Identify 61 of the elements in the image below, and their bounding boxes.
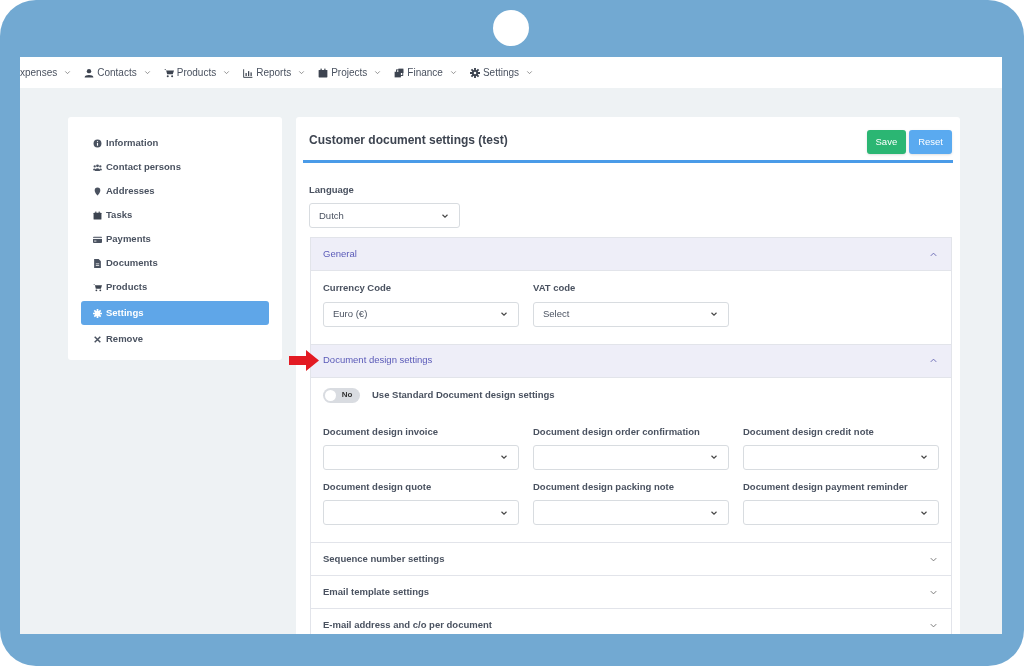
field-label: VAT code	[533, 281, 577, 296]
person-icon	[84, 67, 95, 78]
cart-icon	[163, 67, 174, 78]
nav-menu-item[interactable]: xpenses	[20, 65, 73, 80]
stacked-sheets-icon	[394, 67, 405, 78]
caret-icon	[525, 68, 535, 77]
settings-icon	[93, 308, 102, 318]
dropdown-select[interactable]: Select	[533, 301, 729, 327]
caret-icon	[373, 68, 383, 77]
info-icon	[93, 138, 102, 148]
dropdown-select[interactable]	[323, 500, 519, 525]
field-label: Document design quote	[323, 479, 433, 494]
nav-menu-item[interactable]: Reports	[243, 65, 307, 80]
dropdown-select[interactable]	[323, 444, 519, 470]
sidebar-item[interactable]: Information	[81, 133, 269, 153]
bar-chart-icon	[243, 67, 254, 78]
toggle-switch[interactable]: No	[323, 387, 360, 403]
calendar-icon	[93, 210, 102, 220]
map-pin-icon	[93, 186, 102, 196]
sidebar-item[interactable]: Addresses	[81, 181, 269, 201]
field-label: Currency Code	[323, 281, 393, 296]
caret-icon	[142, 68, 152, 77]
sidebar-item[interactable]: Remove	[81, 329, 269, 349]
caret-icon	[63, 68, 73, 77]
group-icon	[93, 162, 102, 172]
dropdown-select[interactable]	[743, 500, 939, 525]
field-label: Language	[309, 183, 355, 197]
field-label: Document design order confirmation	[533, 424, 701, 439]
field-label: Document design credit note	[743, 424, 875, 439]
nav-menu-item[interactable]: Projects	[318, 65, 383, 80]
accordion-header[interactable]: Document design settings	[311, 344, 951, 377]
caret-icon	[222, 68, 232, 77]
nav-menu-item[interactable]: Products	[163, 65, 232, 80]
nav-menu-item[interactable]: Contacts	[84, 65, 152, 80]
field-label: Document design invoice	[323, 424, 440, 439]
document-icon	[93, 258, 102, 268]
sidebar-item[interactable]: Contact persons	[81, 157, 269, 177]
toggle-label: Use Standard Document design settings	[372, 387, 555, 402]
field-label: Document design payment reminder	[743, 479, 909, 494]
dropdown-select[interactable]	[743, 444, 939, 470]
dropdown-select[interactable]	[533, 500, 729, 525]
settings-icon	[469, 67, 480, 78]
field-label: Document design packing note	[533, 479, 675, 494]
accordion-header[interactable]: General	[311, 238, 951, 271]
sidebar-item[interactable]: Tasks	[81, 205, 269, 225]
dropdown-select[interactable]: Euro (€)	[323, 301, 519, 327]
caret-icon	[448, 68, 458, 77]
sidebar-item[interactable]: Documents	[81, 253, 269, 273]
dropdown-select[interactable]	[533, 444, 729, 470]
calendar-icon	[318, 67, 329, 78]
nav-menu-item[interactable]: Finance	[394, 65, 458, 80]
panel-title: Customer document settings (test)	[309, 132, 508, 149]
cart-icon	[93, 282, 102, 292]
nav-menu-item[interactable]: Settings	[469, 65, 535, 80]
sidebar-item[interactable]: Products	[81, 277, 269, 297]
pointer-arrow-icon	[289, 350, 319, 371]
close-icon	[93, 334, 102, 344]
caret-icon	[297, 68, 307, 77]
credit-card-icon	[93, 234, 102, 244]
sidebar-item[interactable]: Payments	[81, 229, 269, 249]
dropdown-select[interactable]: Dutch	[309, 203, 460, 229]
